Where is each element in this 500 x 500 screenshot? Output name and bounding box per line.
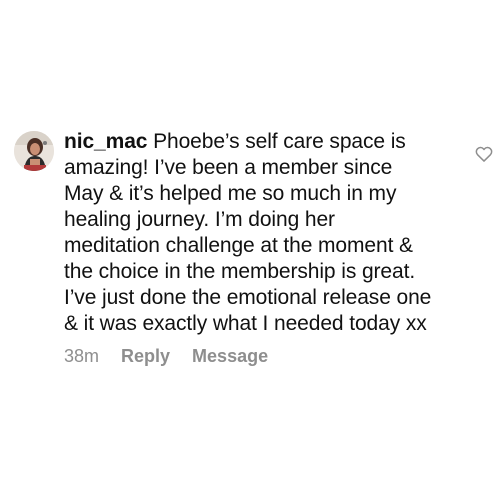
comment-body: nic_mac Phoebe’s self care space is amaz…	[64, 129, 469, 337]
comment-timestamp: 38m	[64, 346, 100, 366]
heart-outline-icon[interactable]	[474, 144, 494, 164]
avatar-image	[14, 131, 54, 171]
comment-meta: 38m Reply Message	[64, 346, 268, 367]
reply-button[interactable]: Reply	[121, 346, 170, 367]
username-link[interactable]: nic_mac	[64, 130, 147, 153]
comment: nic_mac Phoebe’s self care space is amaz…	[14, 129, 500, 379]
avatar[interactable]	[14, 131, 54, 171]
message-button[interactable]: Message	[192, 346, 268, 367]
comment-text: Phoebe’s self care space is amazing! I’v…	[64, 130, 432, 335]
